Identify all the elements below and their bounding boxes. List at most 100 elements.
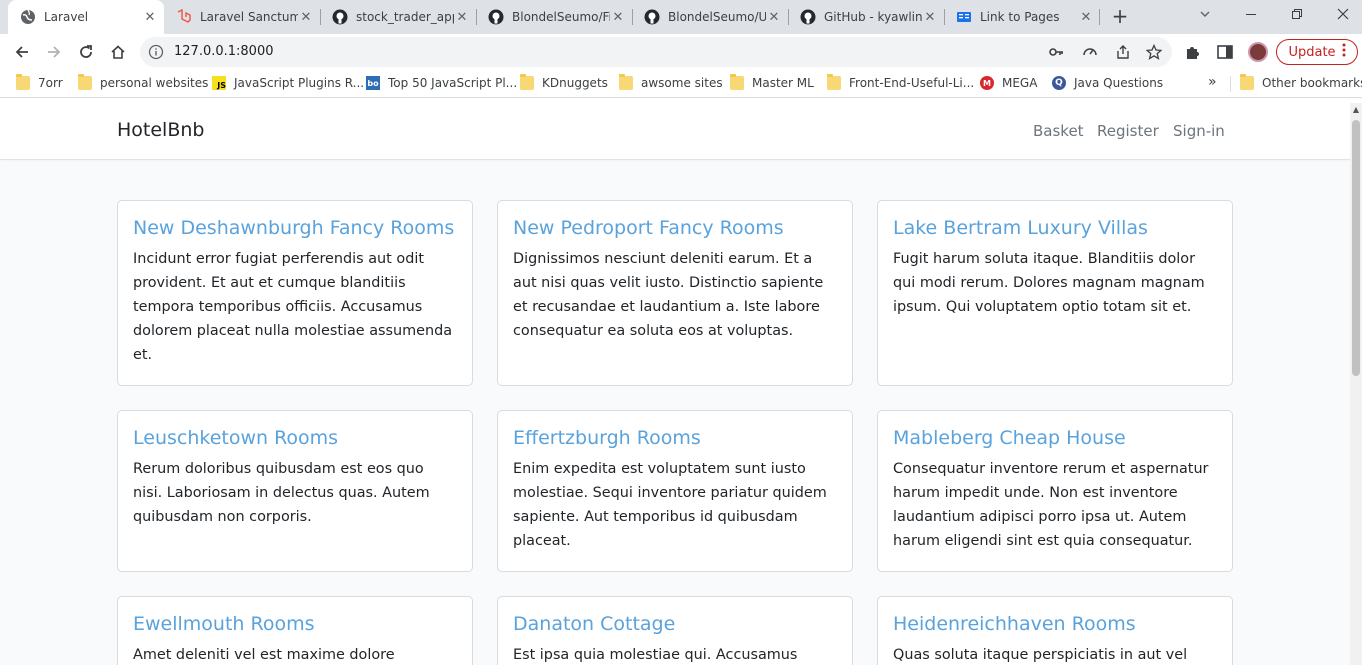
tab-title: BlondelSeumo/Fi [512, 10, 610, 24]
tab-link-to-pages[interactable]: Link to Pages ✕ [944, 0, 1100, 34]
tab-blondelseumo-u[interactable]: BlondelSeumo/U ✕ [632, 0, 788, 34]
property-card: Ewellmouth Rooms Amet deleniti vel est m… [117, 596, 473, 665]
tab-laravel[interactable]: Laravel ✕ [8, 0, 164, 34]
bookmarks-overflow-button[interactable]: » [1208, 74, 1217, 90]
more-vertical-icon [1342, 43, 1346, 61]
folder-icon [827, 74, 841, 90]
url-text: 127.0.0.1:8000 [174, 44, 274, 59]
bookmark-master-ml[interactable]: Master ML [730, 74, 814, 90]
address-bar[interactable]: 127.0.0.1:8000 [140, 37, 1172, 67]
card-title-link[interactable]: Heidenreichhaven Rooms [893, 611, 1217, 637]
performance-icon[interactable] [1082, 44, 1098, 60]
tab-title: GitHub - kyawlin [824, 10, 922, 24]
tab-title: Link to Pages [980, 10, 1060, 24]
bookmark-label: KDnuggets [542, 76, 608, 90]
card-title-link[interactable]: New Deshawnburgh Fancy Rooms [133, 215, 457, 241]
bookmark-label: Master ML [752, 76, 814, 90]
folder-icon [16, 74, 30, 90]
bookmark-star-icon[interactable] [1145, 43, 1163, 60]
card-title-link[interactable]: Leuschketown Rooms [133, 425, 457, 451]
restore-icon[interactable] [1282, 4, 1312, 28]
close-tab-icon[interactable]: ✕ [766, 10, 782, 25]
profile-avatar[interactable] [1248, 42, 1268, 62]
bookmark-label: awsome sites [641, 76, 723, 90]
card-title-link[interactable]: Effertzburgh Rooms [513, 425, 837, 451]
bookmark-front-end-useful[interactable]: Front-End-Useful-Li... [827, 74, 975, 90]
tab-stock-trader[interactable]: stock_trader_app ✕ [320, 0, 476, 34]
globe-icon [20, 9, 36, 25]
extensions-puzzle-icon[interactable] [1184, 43, 1202, 61]
site-brand[interactable]: HotelBnb [117, 119, 204, 141]
close-tab-icon[interactable]: ✕ [1078, 10, 1094, 25]
bo-icon: bo [366, 76, 380, 90]
bookmark-label: JavaScript Plugins R... [234, 76, 365, 90]
close-tab-icon[interactable]: ✕ [454, 10, 470, 25]
bookmark-javascript-plugins[interactable]: JS JavaScript Plugins R... [212, 76, 364, 90]
card-title-link[interactable]: New Pedroport Fancy Rooms [513, 215, 837, 241]
card-title-link[interactable]: Lake Bertram Luxury Villas [893, 215, 1217, 241]
tab-strip: Laravel ✕ Laravel Sanctum ✕ stock_trader… [0, 0, 1362, 34]
tab-laravel-sanctum[interactable]: Laravel Sanctum ✕ [164, 0, 320, 34]
update-button[interactable]: Update [1276, 39, 1358, 65]
bookmark-label: personal websites [100, 76, 209, 90]
bookmark-label: Top 50 JavaScript Pl... [388, 76, 518, 90]
bookmark-java-questions[interactable]: Q Java Questions [1052, 76, 1163, 90]
property-card: Leuschketown Rooms Rerum doloribus quibu… [117, 410, 473, 572]
scrollbar-thumb[interactable] [1352, 120, 1360, 376]
side-panel-icon[interactable] [1216, 43, 1234, 61]
forward-arrow-icon[interactable] [40, 38, 68, 66]
other-bookmarks[interactable]: Other bookmarks [1240, 74, 1362, 90]
card-description: Consequatur inventore rerum et aspernatu… [893, 461, 1209, 549]
card-description: Rerum doloribus quibusdam est eos quo ni… [133, 461, 430, 525]
bookmark-top-50-javascript[interactable]: bo Top 50 JavaScript Pl... [366, 76, 517, 90]
mega-icon: M [980, 76, 994, 90]
new-tab-button[interactable]: + [1108, 4, 1132, 28]
reload-icon[interactable] [72, 38, 100, 66]
bookmark-personal-websites[interactable]: personal websites [78, 74, 209, 90]
tab-search-chevron-icon[interactable] [1190, 4, 1220, 28]
bookmark-7orr[interactable]: 7orr [16, 74, 63, 90]
js-icon: JS [212, 76, 226, 90]
laravel-icon [176, 8, 192, 25]
tab-title: Laravel Sanctum [200, 10, 298, 24]
folder-icon [619, 74, 633, 90]
bookmark-awsome-sites[interactable]: awsome sites [619, 74, 723, 90]
home-icon[interactable] [104, 38, 132, 66]
bookmark-label: Front-End-Useful-Li... [849, 76, 975, 90]
card-title-link[interactable]: Danaton Cottage [513, 611, 837, 637]
site-info-icon[interactable] [148, 44, 164, 64]
close-tab-icon[interactable]: ✕ [298, 10, 314, 25]
vertical-scrollbar[interactable]: ▲ [1350, 103, 1362, 665]
tab-github-kyawlin[interactable]: GitHub - kyawlin ✕ [788, 0, 944, 34]
close-tab-icon[interactable]: ✕ [610, 10, 626, 25]
card-title-link[interactable]: Ewellmouth Rooms [133, 611, 457, 637]
card-description: Incidunt error fugiat perferendis aut od… [133, 251, 453, 363]
card-description: Enim expedita est voluptatem sunt iusto … [513, 461, 827, 549]
update-label: Update [1288, 44, 1336, 60]
nav-sign-in[interactable]: Sign-in [1173, 122, 1225, 140]
bookmarks-bar: 7orr personal websites JS JavaScript Plu… [0, 70, 1362, 98]
close-tab-icon[interactable]: ✕ [922, 10, 938, 25]
nav-basket[interactable]: Basket [1033, 122, 1084, 140]
minimize-icon[interactable] [1236, 4, 1266, 28]
bookmark-kdnuggets[interactable]: KDnuggets [520, 74, 608, 90]
nav-register[interactable]: Register [1097, 122, 1159, 140]
bookmark-mega[interactable]: M MEGA [980, 76, 1037, 90]
github-icon [332, 9, 348, 25]
folder-icon [520, 74, 534, 90]
share-icon[interactable] [1115, 44, 1131, 60]
tab-separator [1099, 9, 1100, 25]
key-icon[interactable] [1048, 44, 1064, 60]
close-tab-icon[interactable]: ✕ [142, 10, 158, 25]
property-card: Danaton Cottage Est ipsa quia molestiae … [497, 596, 853, 665]
close-window-icon[interactable] [1328, 4, 1358, 28]
property-card: Heidenreichhaven Rooms Quas soluta itaqu… [877, 596, 1233, 665]
tab-blondelseumo-fi[interactable]: BlondelSeumo/Fi ✕ [476, 0, 632, 34]
property-card: Lake Bertram Luxury Villas Fugit harum s… [877, 200, 1233, 386]
property-card: New Deshawnburgh Fancy Rooms Incidunt er… [117, 200, 473, 386]
site-navbar: HotelBnb Basket Register Sign-in [0, 103, 1350, 160]
back-arrow-icon[interactable] [8, 38, 36, 66]
scroll-up-arrow-icon[interactable]: ▲ [1350, 105, 1362, 117]
bookmark-label: Other bookmarks [1262, 76, 1362, 90]
card-title-link[interactable]: Mableberg Cheap House [893, 425, 1217, 451]
